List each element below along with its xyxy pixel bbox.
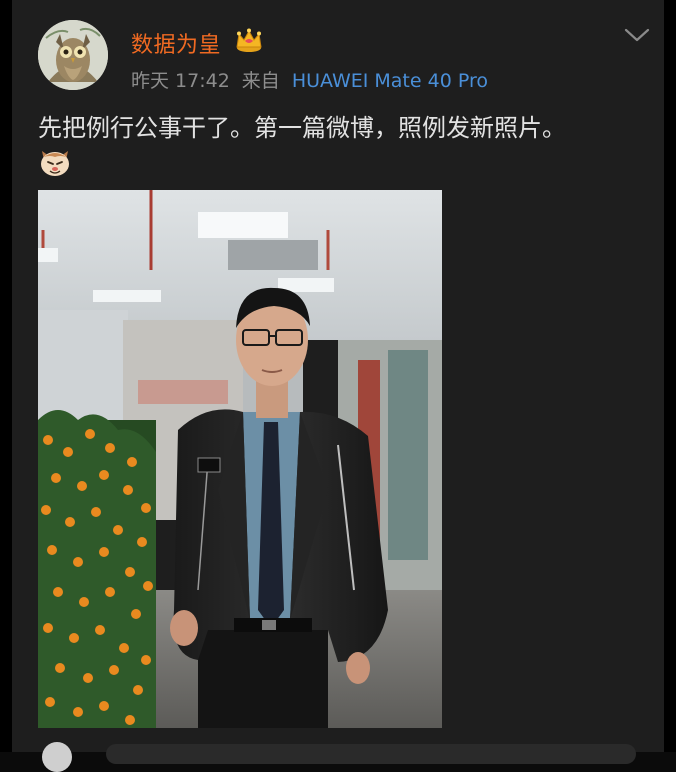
post-time: 昨天 17:42 — [131, 70, 230, 92]
chevron-down-icon[interactable] — [624, 27, 650, 43]
office-portrait-image — [38, 190, 442, 728]
post-text: 先把例行公事干了。第一篇微博，照例发新照片。 — [38, 114, 566, 142]
comment-bar-stub[interactable] — [106, 744, 636, 764]
weibo-post-card: 数据为皇 昨天 17:42 来自 HUAWEI Mate 40 Pro 先把例行公事… — [12, 0, 664, 772]
comment-avatar-stub — [42, 742, 72, 772]
left-border — [0, 0, 12, 752]
post-photo[interactable] — [38, 190, 442, 728]
crown-icon — [236, 28, 262, 52]
username[interactable]: 数据为皇 — [131, 27, 221, 59]
cat-face-emoji-icon — [41, 151, 69, 176]
post-source-label: 来自 — [241, 70, 280, 92]
owl-avatar-image — [38, 20, 108, 90]
avatar[interactable] — [38, 20, 108, 90]
post-meta: 昨天 17:42 来自 HUAWEI Mate 40 Pro — [131, 66, 488, 93]
right-border — [664, 0, 676, 752]
device-link[interactable]: HUAWEI Mate 40 Pro — [292, 70, 488, 92]
